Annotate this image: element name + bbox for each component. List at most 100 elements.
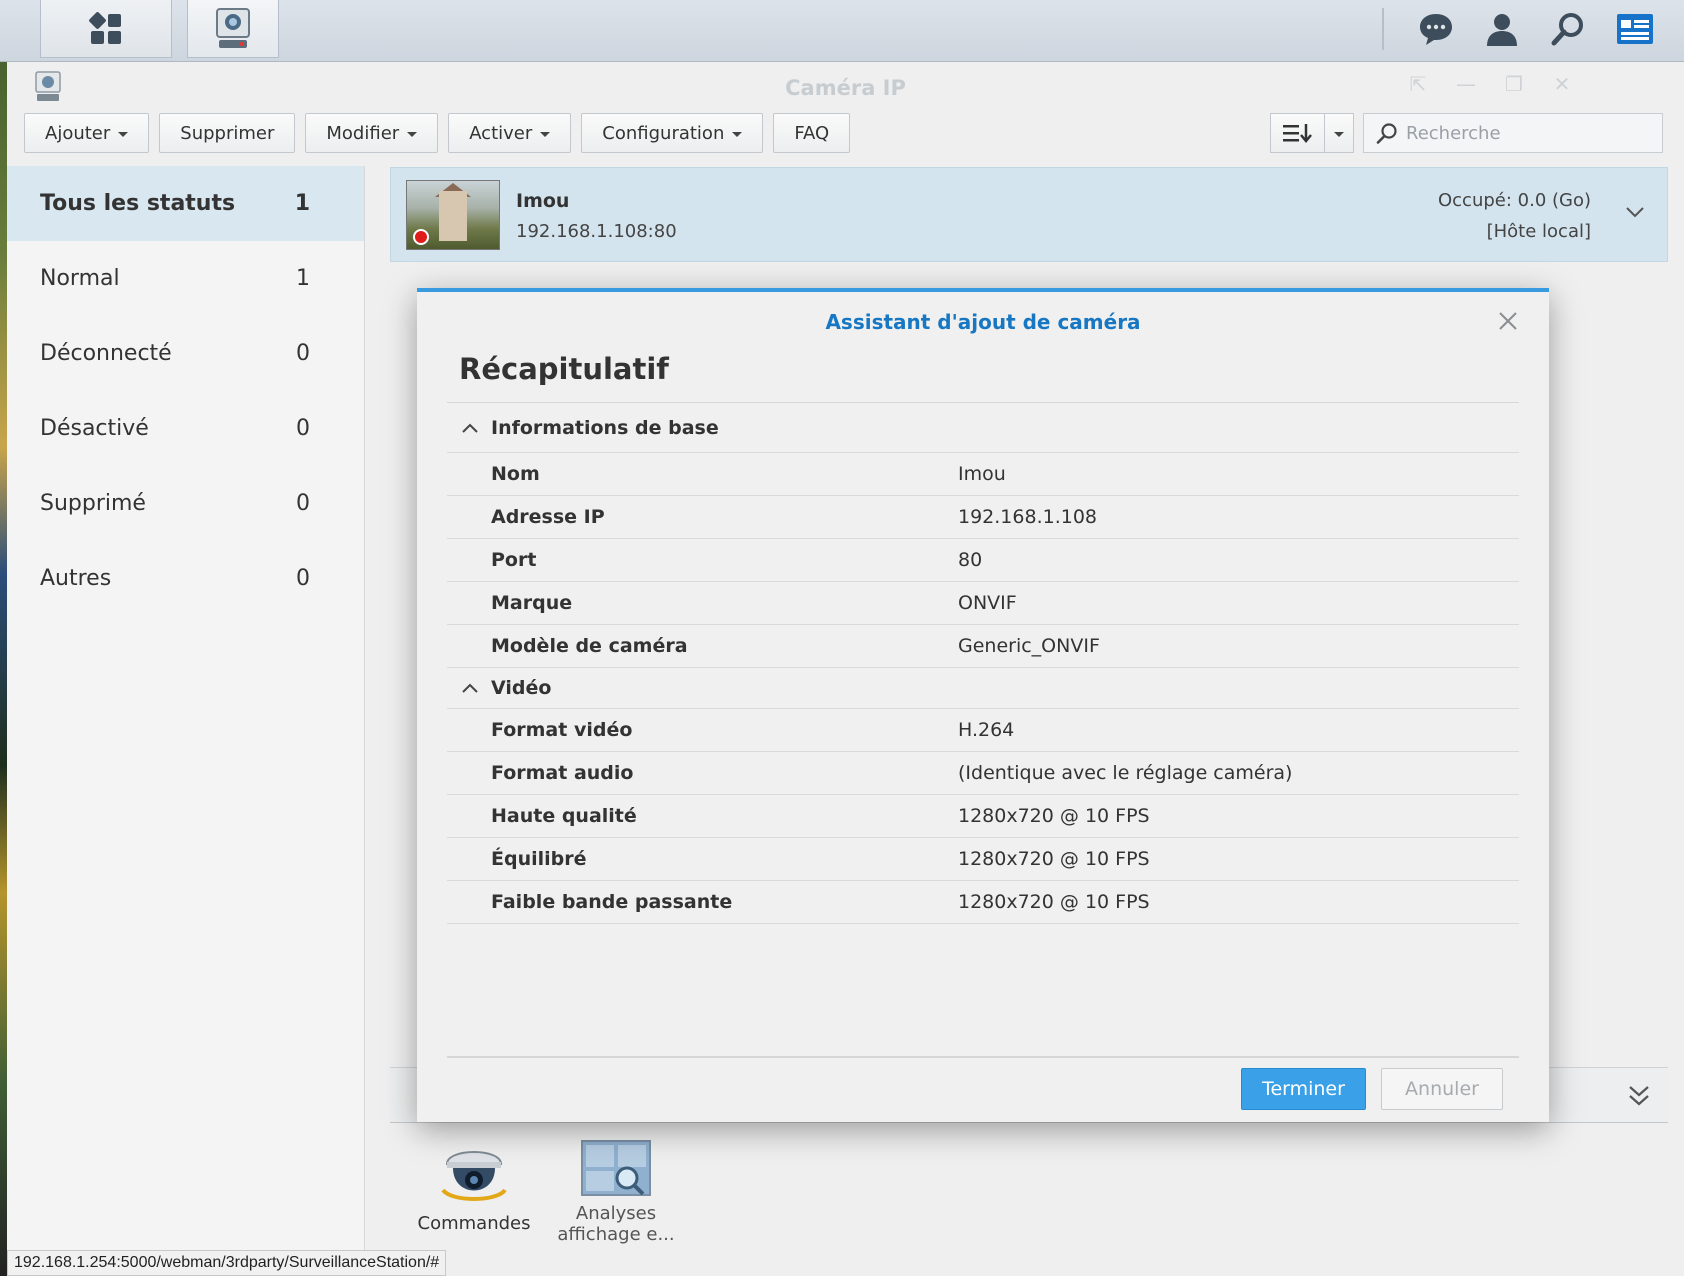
sidebar-item-normal[interactable]: Normal 1: [7, 241, 364, 316]
toolbar: Ajouter Supprimer Modifier Activer Confi…: [24, 113, 851, 155]
sidebar-item-label: Tous les statuts: [40, 191, 236, 216]
enable-button[interactable]: Activer: [448, 113, 572, 153]
search-icon: [1376, 123, 1397, 144]
row-value: 1280x720 @ 10 FPS: [958, 848, 1150, 870]
table-row: Marque ONVIF: [447, 582, 1519, 625]
taskbar: [0, 0, 1684, 62]
faq-button[interactable]: FAQ: [773, 113, 851, 153]
chevron-up-icon: [462, 683, 478, 693]
search-input[interactable]: [1406, 122, 1646, 144]
thumbnail-house: [439, 191, 467, 241]
sidebar-item-disabled[interactable]: Désactivé 0: [7, 391, 364, 466]
edit-button[interactable]: Modifier: [305, 113, 439, 153]
add-label: Ajouter: [45, 122, 111, 144]
table-row: Modèle de caméra Generic_ONVIF: [447, 625, 1519, 668]
messages-button[interactable]: [1406, 0, 1466, 58]
search-icon: [1551, 13, 1583, 46]
main-menu-icon: [89, 11, 121, 44]
cancel-button[interactable]: Annuler: [1381, 1068, 1503, 1110]
user-button[interactable]: [1472, 0, 1532, 58]
row-key: Haute qualité: [491, 805, 637, 827]
analytics-app-label-line1: Analyses: [575, 1203, 657, 1224]
caret-down-icon: [118, 131, 129, 137]
taskbar-surveillance-app[interactable]: [187, 0, 279, 58]
sort-dropdown-button[interactable]: [1325, 114, 1353, 152]
sidebar-item-count: 0: [296, 491, 310, 516]
close-window-button[interactable]: ✕: [1544, 72, 1580, 102]
section-basic-info[interactable]: Informations de base: [447, 403, 1519, 453]
row-key: Nom: [491, 463, 540, 485]
main-menu-button[interactable]: [40, 0, 172, 58]
row-key: Format vidéo: [491, 719, 633, 741]
sidebar-item-all-statuses[interactable]: Tous les statuts 1: [7, 166, 364, 241]
sidebar-item-count: 0: [296, 341, 310, 366]
analytics-app[interactable]: Analyses affichage e...: [553, 1140, 679, 1245]
close-icon[interactable]: [1493, 306, 1523, 336]
sidebar-item-count: 0: [296, 566, 310, 591]
delete-label: Supprimer: [180, 122, 275, 144]
sidebar-item-deleted[interactable]: Supprimé 0: [7, 466, 364, 541]
section-basic-label: Informations de base: [491, 416, 719, 439]
widgets-button[interactable]: [1605, 0, 1665, 58]
table-row: Port 80: [447, 539, 1519, 582]
ptz-app-label: Commandes PTZ: [417, 1213, 531, 1237]
sidebar-item-count: 1: [294, 191, 310, 216]
add-button[interactable]: Ajouter: [24, 113, 150, 153]
row-key: Adresse IP: [491, 506, 605, 528]
row-key: Faible bande passante: [491, 891, 733, 913]
row-value: 192.168.1.108: [958, 506, 1098, 528]
sidebar-item-disconnected[interactable]: Déconnecté 0: [7, 316, 364, 391]
section-video[interactable]: Vidéo: [447, 668, 1519, 709]
camera-thumbnail: [406, 180, 500, 250]
row-key: Format audio: [491, 762, 634, 784]
recording-icon: [413, 229, 429, 245]
sort-button[interactable]: [1271, 114, 1325, 152]
table-row: Format audio (Identique avec le réglage c…: [447, 752, 1519, 795]
expand-chevron-down-icon[interactable]: [1625, 204, 1645, 223]
camera-name: Imou: [516, 190, 570, 212]
ptz-camera-icon: [441, 1151, 507, 1201]
row-value: ONVIF: [958, 592, 1017, 614]
help-window-button[interactable]: ⇱: [1400, 72, 1436, 102]
window-titlebar: Caméra IP ⇱ — ❐ ✕: [7, 62, 1684, 112]
sidebar-item-label: Supprimé: [40, 491, 146, 516]
configuration-button[interactable]: Configuration: [581, 113, 764, 153]
configuration-label: Configuration: [602, 122, 725, 144]
row-key: Modèle de caméra: [491, 635, 688, 657]
row-value: 1280x720 @ 10 FPS: [958, 805, 1150, 827]
maximize-button[interactable]: ❐: [1496, 72, 1532, 102]
sidebar-item-label: Désactivé: [40, 416, 149, 441]
sidebar-item-label: Déconnecté: [40, 341, 172, 366]
row-key: Équilibré: [491, 848, 587, 870]
ptz-controls-app[interactable]: Commandes PTZ: [411, 1140, 537, 1237]
analytics-app-label-line2: affichage e...: [557, 1224, 675, 1245]
sidebar-item-others[interactable]: Autres 0: [7, 541, 364, 616]
delete-button[interactable]: Supprimer: [159, 113, 296, 153]
wizard-title: Assistant d'ajout de caméra: [825, 310, 1141, 334]
add-camera-wizard-dialog: Assistant d'ajout de caméra Récapitulati…: [417, 288, 1549, 1122]
camera-list-item[interactable]: Imou 192.168.1.108:80 Occupé: 0.0 (Go) […: [390, 167, 1668, 262]
camera-address: 192.168.1.108:80: [516, 221, 677, 242]
sidebar-item-label: Autres: [40, 566, 112, 591]
faq-label: FAQ: [794, 122, 830, 144]
table-row: Équilibré 1280x720 @ 10 FPS: [447, 838, 1519, 881]
summary-heading: Récapitulatif: [459, 352, 669, 386]
section-video-label: Vidéo: [491, 677, 552, 699]
row-value: Imou: [958, 463, 1006, 485]
search-button[interactable]: [1538, 0, 1598, 58]
summary-table: Informations de base Nom Imou Adresse IP 1…: [447, 402, 1519, 924]
table-row: Adresse IP 192.168.1.108: [447, 496, 1519, 539]
row-key: Port: [491, 549, 537, 571]
search-field[interactable]: [1363, 113, 1663, 153]
edit-label: Modifier: [326, 122, 400, 144]
chat-icon: [1420, 14, 1452, 45]
collapse-double-chevron-icon[interactable]: [1628, 1084, 1650, 1112]
sidebar-item-label: Normal: [40, 266, 120, 291]
sort-control: [1270, 113, 1354, 153]
minimize-button[interactable]: —: [1448, 72, 1484, 102]
chevron-up-icon: [462, 423, 478, 433]
finish-button[interactable]: Terminer: [1241, 1068, 1366, 1110]
sidebar-item-count: 0: [296, 416, 310, 441]
status-url: 192.168.1.254:5000/webman/3rdparty/Surve…: [7, 1250, 447, 1276]
status-sidebar: Tous les statuts 1 Normal 1 Déconnecté 0…: [7, 166, 365, 1276]
